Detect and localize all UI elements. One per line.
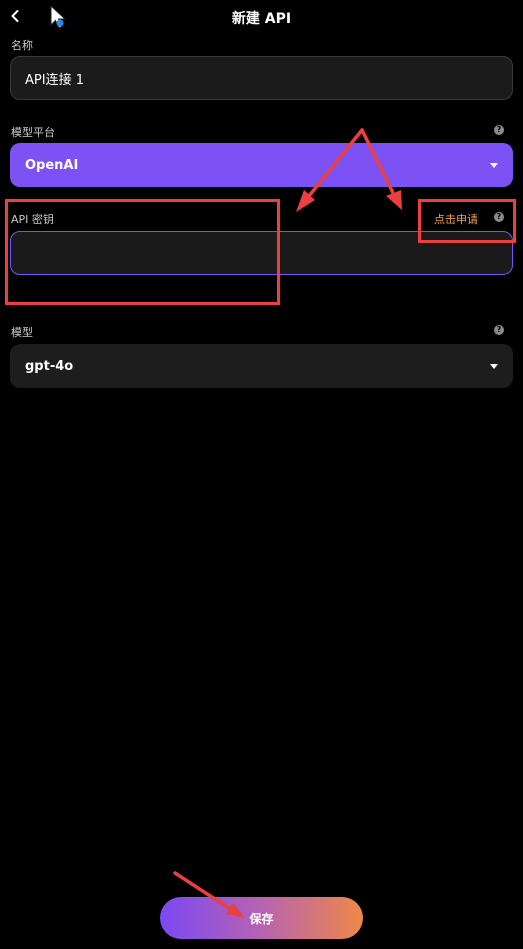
arrowhead-apply-link-icon — [386, 190, 402, 210]
annotation-box-apply-link — [418, 199, 516, 243]
mouse-pointer-icon — [50, 4, 67, 29]
caret-down-icon — [490, 363, 498, 369]
question-icon[interactable]: ? — [494, 325, 504, 335]
name-label: 名称 — [11, 39, 33, 52]
model-value: gpt-4o — [25, 358, 74, 374]
platform-label: 模型平台 — [11, 126, 55, 139]
annotation-box-api-key — [5, 199, 280, 305]
platform-select[interactable]: OpenAI — [10, 143, 513, 187]
model-label: 模型 — [11, 326, 33, 339]
header-bar: 新建 API — [0, 0, 523, 34]
page-title: 新建 API — [231, 11, 292, 27]
name-input[interactable] — [25, 70, 498, 86]
save-button[interactable]: 保存 — [160, 897, 363, 939]
caret-down-icon — [490, 162, 498, 168]
model-select[interactable]: gpt-4o — [10, 344, 513, 388]
question-icon[interactable]: ? — [494, 125, 504, 135]
platform-value: OpenAI — [25, 157, 79, 173]
arrowhead-api-key-icon — [296, 190, 315, 212]
name-field[interactable] — [10, 56, 513, 100]
